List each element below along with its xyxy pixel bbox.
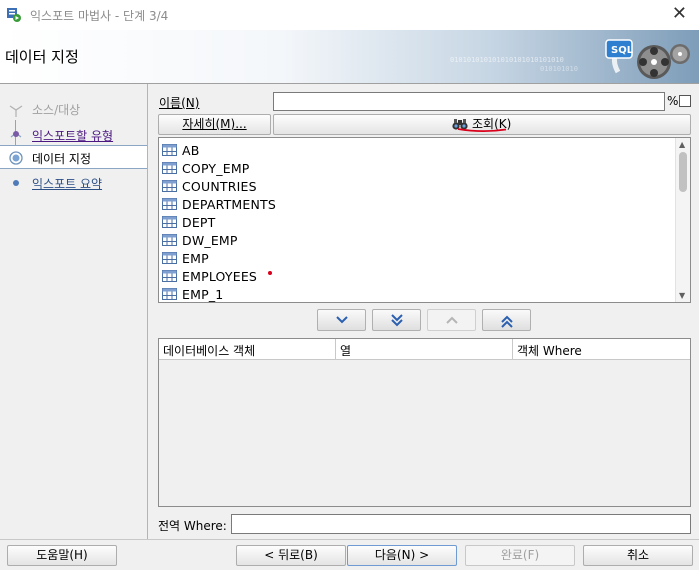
scroll-down-icon[interactable]: ▼ [679, 291, 685, 300]
list-item-label: EMP_1 [182, 287, 224, 302]
move-all-up-button[interactable] [482, 309, 531, 331]
table-icon [162, 252, 177, 264]
double-chevron-up-icon [501, 315, 513, 328]
next-button-label: 다음(N) > [374, 548, 430, 562]
table-icon [162, 234, 177, 246]
table-icon [162, 270, 177, 282]
chevron-up-icon [446, 316, 458, 324]
selected-objects-table[interactable]: 데이터베이스 객체 열 객체 Where [158, 338, 691, 507]
scroll-thumb[interactable] [679, 152, 687, 192]
move-down-button[interactable] [317, 309, 366, 331]
title-bar: 익스포트 마법사 - 단계 3/4 ✕ [0, 0, 699, 30]
red-underline-annotation [457, 128, 507, 133]
percent-label: % [667, 94, 679, 108]
global-where-label: 전역 Where: [158, 519, 227, 533]
list-item-label: COUNTRIES [182, 179, 257, 194]
help-button-label: 도움말(H) [36, 548, 88, 562]
global-where-input[interactable] [231, 514, 691, 534]
cancel-button[interactable]: 취소 [583, 545, 693, 566]
double-chevron-down-icon [391, 314, 403, 327]
move-all-down-button[interactable] [372, 309, 421, 331]
help-button[interactable]: 도움말(H) [7, 545, 117, 566]
finish-button-label: 완료(F) [500, 548, 540, 562]
list-item-label: DEPT [182, 215, 216, 230]
list-item[interactable]: DW_EMP [161, 231, 671, 249]
list-item-label: EMP [182, 251, 209, 266]
list-item[interactable]: DEPT [161, 213, 671, 231]
list-item[interactable]: EMPLOYEES [161, 267, 671, 285]
list-item[interactable]: AB [161, 141, 671, 159]
move-up-button [427, 309, 476, 331]
list-item-label: DEPARTMENTS [182, 197, 277, 212]
step-done-icon [9, 105, 23, 117]
table-icon [162, 144, 177, 156]
sql-export-logo: SQL [605, 39, 690, 79]
table-icon [162, 162, 177, 174]
details-button-label: 자세히(M)... [182, 117, 247, 131]
step-label: 소스/대상 [32, 103, 81, 117]
step-export-types[interactable]: 익스포트할 유형 [0, 123, 147, 147]
column-columns[interactable]: 열 [336, 339, 513, 359]
banner-binary-text-2: 010101010 [540, 65, 578, 73]
step-label: 데이터 지정 [32, 152, 92, 166]
step-source-target: 소스/대상 [0, 97, 147, 121]
list-item-label: EMPLOYEES [182, 269, 258, 284]
name-filter-input[interactable] [273, 92, 665, 111]
next-button[interactable]: 다음(N) > [347, 545, 457, 566]
back-button-label: < 뒤로(B) [264, 548, 318, 562]
step-specify-data[interactable]: 데이터 지정 [0, 145, 147, 169]
list-item[interactable]: EMP [161, 249, 671, 267]
sql-logo-text: SQL [611, 45, 634, 56]
details-button[interactable]: 자세히(M)... [158, 114, 271, 135]
column-database-object[interactable]: 데이터베이스 객체 [159, 339, 336, 359]
query-button[interactable]: 조회(K) [273, 114, 691, 135]
step-node-icon [13, 180, 19, 186]
finish-button: 완료(F) [465, 545, 575, 566]
table-icon [162, 180, 177, 192]
table-icon [162, 288, 177, 300]
sidebar-divider [147, 84, 148, 539]
column-object-where[interactable]: 객체 Where [513, 339, 690, 359]
wizard-steps: 소스/대상 익스포트할 유형 데이터 지정 익스포트 요약 [0, 84, 147, 539]
list-item[interactable]: EMP_1 [161, 285, 671, 302]
close-icon[interactable]: ✕ [672, 3, 687, 25]
list-item-label: DW_EMP [182, 233, 238, 248]
red-dot-annotation [268, 271, 272, 275]
name-label: 이름(N) [159, 96, 200, 110]
scroll-up-icon[interactable]: ▲ [679, 140, 685, 149]
table-icon [162, 198, 177, 210]
list-item[interactable]: COUNTRIES [161, 177, 671, 195]
list-scrollbar[interactable]: ▲ ▼ [675, 138, 690, 302]
list-item-label: COPY_EMP [182, 161, 250, 176]
list-item[interactable]: COPY_EMP [161, 159, 671, 177]
list-item-label: AB [182, 143, 200, 158]
window-title: 익스포트 마법사 - 단계 3/4 [30, 9, 169, 23]
wizard-banner: 데이터 지정 010101010101010101010101010 01010… [0, 30, 699, 83]
step-node-icon [10, 131, 22, 138]
chevron-down-icon [336, 316, 348, 324]
footer-divider [0, 539, 699, 540]
available-objects-list[interactable]: AB COPY_EMP COUNTRIES DEPARTMENTS DEPT DW_EMP… [158, 137, 691, 303]
banner-binary-text: 010101010101010101010101010 [450, 56, 564, 64]
cancel-button-label: 취소 [626, 548, 650, 562]
step-current-icon [9, 151, 23, 165]
step-export-summary[interactable]: 익스포트 요약 [0, 171, 147, 195]
table-icon [162, 216, 177, 228]
wildcard-checkbox[interactable] [679, 95, 691, 107]
table-header: 데이터베이스 객체 열 객체 Where [159, 339, 690, 360]
app-icon [7, 8, 21, 22]
back-button[interactable]: < 뒤로(B) [236, 545, 346, 566]
step-label[interactable]: 익스포트 요약 [32, 175, 102, 192]
page-title: 데이터 지정 [5, 48, 79, 66]
list-item[interactable]: DEPARTMENTS [161, 195, 671, 213]
step-label[interactable]: 익스포트할 유형 [32, 127, 113, 144]
